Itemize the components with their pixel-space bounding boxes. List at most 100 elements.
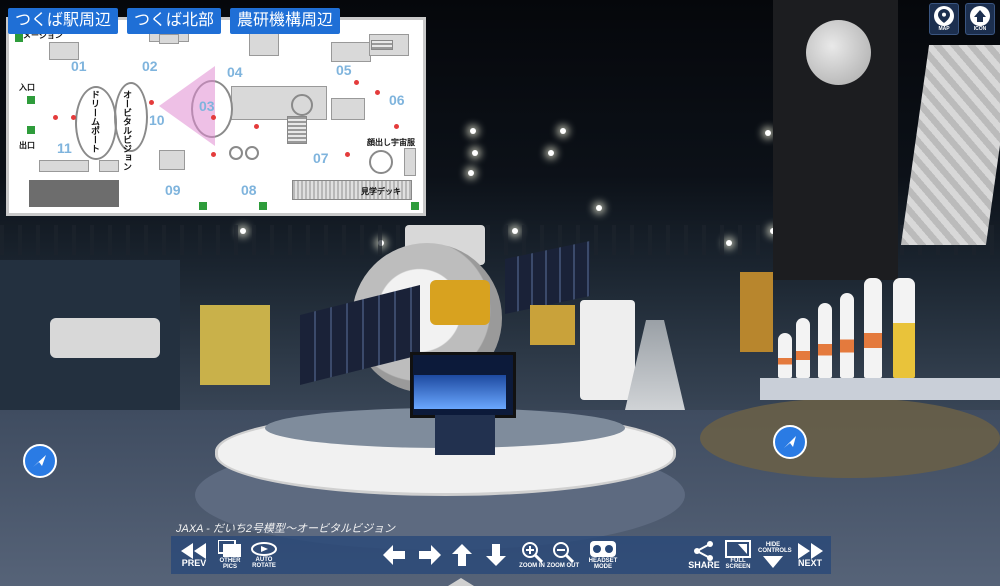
other-pics-label: OTHER PICS	[219, 558, 241, 570]
map-label-orbital-vision: オービタルビジョン	[122, 90, 132, 171]
hide-controls-button[interactable]: HIDE CONTROLS	[757, 536, 792, 574]
exhibit-poster	[435, 415, 495, 455]
map-photo-point[interactable]	[345, 152, 350, 157]
map-exit-sign	[27, 126, 35, 134]
map-zone-number: 09	[165, 182, 181, 198]
map-label-entrance: 入口	[19, 83, 35, 92]
satellite-model-left	[50, 318, 160, 358]
map-pin-icon	[938, 9, 950, 23]
zoom-in-icon	[522, 542, 543, 563]
rocket-model	[893, 278, 915, 378]
map-circle	[245, 146, 259, 160]
zoom-out-button[interactable]: ZOOM OUT	[547, 536, 579, 574]
map-room	[159, 34, 179, 44]
arrow-right-icon	[419, 545, 441, 565]
tab-tsukuba-north[interactable]: つくば北部	[127, 8, 222, 34]
map-photo-point[interactable]	[394, 124, 399, 129]
navigate-arrow-icon	[33, 455, 46, 467]
auto-rotate-label: AUTO ROTATE	[252, 557, 276, 569]
tab-naro-area[interactable]: 農研機構周辺	[230, 8, 341, 34]
map-stairs	[371, 40, 393, 50]
rotate-icon	[251, 542, 277, 556]
floor-map[interactable]: 01 02 03 04 05 06 07 08 09 10 11 メージョン 入…	[6, 17, 426, 216]
icon-button-label: ICON	[973, 26, 987, 32]
tab-tsukuba-station[interactable]: つくば駅周辺	[8, 8, 119, 34]
floor-patch	[700, 398, 1000, 478]
map-zone-number: 05	[336, 62, 352, 78]
icon-button[interactable]: ICON	[965, 3, 995, 35]
map-photo-point[interactable]	[71, 115, 76, 120]
map-zone-number: 03	[199, 98, 215, 114]
map-label-spacesuit: 顔出し宇宙服	[367, 138, 415, 147]
map-zone-number: 01	[71, 58, 87, 74]
double-chevron-right-icon	[798, 542, 823, 559]
zoom-in-label: ZOOM IN	[519, 563, 545, 569]
full-screen-icon	[725, 540, 751, 558]
share-button[interactable]: SHARE	[687, 536, 721, 574]
map-zone-number: 02	[142, 58, 158, 74]
map-exit-sign	[27, 96, 35, 104]
map-photo-point[interactable]	[211, 115, 216, 120]
map-photo-point[interactable]	[375, 90, 380, 95]
map-room	[39, 160, 89, 172]
scene-caption: JAXA - だいち2号模型～オービタルビジョン	[176, 523, 395, 535]
pan-up-button[interactable]	[451, 536, 473, 574]
map-zone-number: 08	[241, 182, 257, 198]
rocket-model	[778, 333, 792, 378]
arrow-down-icon	[486, 544, 506, 566]
hide-controls-label: HIDE CONTROLS	[758, 542, 792, 554]
map-room	[404, 148, 416, 176]
map-button-label: MAP	[938, 26, 950, 32]
map-photo-point[interactable]	[254, 124, 259, 129]
map-circle	[369, 150, 393, 174]
rocket-model	[818, 303, 832, 378]
map-zone-number: 07	[313, 150, 329, 166]
viewer-toolbar: PREV OTHER PICS AUTO ROTATE ZOOM IN ZOOM…	[171, 536, 831, 574]
navigate-arrow-icon	[784, 436, 796, 448]
pan-left-button[interactable]	[381, 536, 407, 574]
hotspot-right[interactable]	[773, 425, 807, 459]
map-photo-point[interactable]	[211, 152, 216, 157]
white-cylinder	[580, 300, 635, 400]
gold-satellite	[200, 305, 270, 385]
map-photo-point[interactable]	[53, 115, 58, 120]
map-zone-number: 04	[227, 64, 243, 80]
zoom-out-icon	[553, 542, 574, 563]
auto-rotate-button[interactable]: AUTO ROTATE	[249, 536, 279, 574]
map-label-observation-deck: 見学デッキ	[361, 187, 401, 196]
hotspot-left[interactable]	[23, 444, 57, 478]
pan-right-button[interactable]	[417, 536, 443, 574]
headset-mode-button[interactable]: HEADSET MODE	[585, 536, 621, 574]
next-label: NEXT	[797, 557, 822, 568]
map-button[interactable]: MAP	[929, 3, 959, 35]
full-screen-label: FULL SCREEN	[725, 558, 751, 570]
zoom-in-button[interactable]: ZOOM IN	[517, 536, 547, 574]
map-circle	[229, 146, 243, 160]
map-photo-point[interactable]	[354, 80, 359, 85]
prev-button[interactable]: PREV	[177, 536, 211, 574]
other-pics-button[interactable]: OTHER PICS	[215, 536, 245, 574]
vr-headset-icon	[590, 541, 616, 557]
next-button[interactable]: NEXT	[793, 536, 827, 574]
gallery-icon	[218, 540, 241, 557]
map-restroom	[29, 180, 119, 207]
map-photo-point[interactable]	[149, 100, 154, 105]
map-exit-sign	[15, 34, 23, 42]
map-exit-sign	[411, 202, 419, 210]
gold-banner	[740, 272, 773, 352]
display-cases	[760, 378, 1000, 400]
person-icon	[974, 10, 986, 22]
map-exit-sign	[259, 202, 267, 210]
screen-earth-image	[414, 375, 506, 409]
share-icon	[694, 540, 713, 561]
chevron-down-icon	[763, 556, 783, 568]
map-room	[331, 42, 371, 62]
full-screen-button[interactable]: FULL SCREEN	[721, 536, 755, 574]
map-exit-sign	[199, 202, 207, 210]
map-room	[331, 98, 365, 120]
map-label-exit: 出口	[19, 141, 35, 150]
map-stairs	[287, 116, 307, 144]
gold-satellite	[430, 280, 490, 325]
moon-image	[806, 20, 871, 85]
pan-down-button[interactable]	[485, 536, 507, 574]
